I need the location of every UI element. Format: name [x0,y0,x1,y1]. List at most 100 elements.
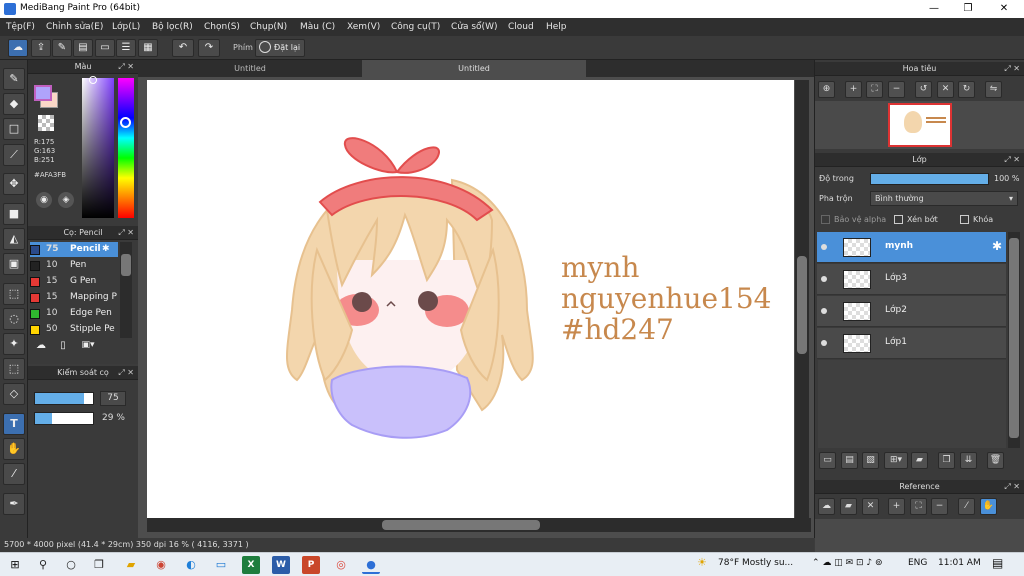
edge-icon[interactable]: ◐ [182,556,200,574]
clip-checkbox[interactable] [894,215,903,224]
new-layer-icon[interactable]: ▭ [819,452,836,469]
hue-slider[interactable] [118,78,134,218]
palette-icon[interactable]: ◉ [36,192,52,208]
share-icon[interactable]: ⇪ [31,39,51,57]
ref-hand-icon[interactable]: ✋ [980,498,997,515]
brush-size-value[interactable]: 75 [100,391,126,406]
menu-help[interactable]: Help [546,22,567,32]
notification-icon[interactable]: ▤ [992,556,1003,570]
panel-close-icon[interactable]: ⤢ ✕ [1004,153,1020,167]
undo-icon[interactable]: ↶ [172,39,194,57]
visibility-icon[interactable] [821,276,827,282]
brush-item[interactable]: 50 Stipple Pe [30,322,118,337]
layer-settings-gear-icon[interactable]: ✱ [992,239,1002,253]
layer-row-lop3[interactable]: Lớp3 [817,264,1006,295]
bucket-tool-icon[interactable]: ◭ [3,228,25,250]
new-brush-icon[interactable]: ▯ [55,340,71,356]
reference-view[interactable] [815,519,1024,552]
zoom-actual-icon[interactable]: ⛶ [866,81,883,98]
ref-zoom-in-icon[interactable]: + [888,498,905,515]
eyedropper-tool-icon[interactable]: ⁄ [3,463,25,485]
brush-item[interactable]: 10 Edge Pen [30,306,118,321]
brush-item[interactable]: 10 Pen [30,258,118,273]
brush-cloud-icon[interactable]: ☁ [33,340,49,356]
language-indicator[interactable]: ENG [908,558,927,568]
file-explorer-icon[interactable]: ▰ [122,556,140,574]
minimize-button[interactable]: — [916,0,952,18]
brush-opacity-slider[interactable] [34,412,94,425]
layer-scroll-thumb[interactable] [1009,238,1019,438]
panel-close-icon[interactable]: ⤢ ✕ [118,366,134,380]
maximize-button[interactable]: ❐ [950,0,986,18]
saturation-value-picker[interactable] [82,78,114,218]
move-tool-icon[interactable]: ✥ [3,173,25,195]
select-eraser-tool-icon[interactable]: ◇ [3,383,25,405]
folder-icon[interactable]: ▰ [911,452,928,469]
add-layer-menu-icon[interactable]: ⊞▾ [884,452,908,469]
drawing-canvas[interactable]: mynh nguyenhue154 #hd247 [147,80,794,518]
select-rect-tool-icon[interactable]: ⬚ [3,283,25,305]
excel-icon[interactable]: X [242,556,260,574]
brush-scrollbar[interactable] [120,242,132,338]
tray-icons[interactable]: ⌃ ☁ ◫ ✉ ⊡ ♪ ⊚ [812,558,883,568]
word-icon[interactable]: W [272,556,290,574]
monitor-icon[interactable]: ▭ [212,556,230,574]
sv-cursor[interactable] [89,76,97,84]
canvas-vertical-scroll-thumb[interactable] [797,256,807,354]
reset-rotate-icon[interactable]: ✕ [937,81,954,98]
start-icon[interactable]: ⊞ [6,556,24,574]
flip-icon[interactable]: ⇋ [985,81,1002,98]
powerpoint-icon[interactable]: P [302,556,320,574]
menu-filter[interactable]: Bộ lọc(R) [152,22,193,32]
layer-row-mynh[interactable]: mynh ✱ [817,232,1006,263]
close-button[interactable]: ✕ [986,0,1022,18]
fill-rect-tool-icon[interactable]: ■ [3,203,25,225]
panel-close-icon[interactable]: ⤢ ✕ [1004,62,1020,76]
rotate-left-icon[interactable]: ↺ [915,81,932,98]
navigator-preview[interactable] [815,101,1024,149]
zoom-in-icon[interactable]: + [845,81,862,98]
eraser-tool-icon[interactable]: ◆ [3,93,25,115]
layer-row-lop1[interactable]: Lớp1 [817,328,1006,359]
gear-icon[interactable]: ✱ [102,244,110,254]
duplicate-layer-icon[interactable]: ❐ [938,452,955,469]
magic-wand-tool-icon[interactable]: ✦ [3,333,25,355]
blend-mode-select[interactable]: Bình thường ▾ [870,191,1018,206]
line-tool-icon[interactable]: ⟋ [3,144,25,166]
comment-icon[interactable]: ✎ [52,39,72,57]
page-icon[interactable]: ▭ [95,39,115,57]
lock-checkbox[interactable] [960,215,969,224]
visibility-icon[interactable] [821,340,827,346]
panel-close-icon[interactable]: ⤢ ✕ [118,60,134,74]
new-halftone-layer-icon[interactable]: ▤ [841,452,858,469]
navigator-thumbnail[interactable] [888,103,952,147]
menu-cloud[interactable]: Cloud [508,22,534,32]
task-view-icon[interactable]: ❐ [90,556,108,574]
hue-cursor[interactable] [120,117,131,128]
layer-opacity-slider[interactable] [870,173,989,185]
tab-untitled-2[interactable]: Untitled [362,60,586,77]
dot-tool-icon[interactable]: □ [3,118,25,140]
text-tool-icon[interactable]: T [3,413,25,435]
pen-tool-icon[interactable]: ✒ [3,493,25,515]
brush-scroll-thumb[interactable] [121,254,131,276]
lasso-tool-icon[interactable]: ◌ [3,308,25,330]
list-icon[interactable]: ☰ [116,39,136,57]
menu-file[interactable]: Tệp(F) [6,22,35,32]
brush-size-slider[interactable] [34,392,94,405]
search-icon[interactable]: ⚲ [34,556,52,574]
menu-edit[interactable]: Chỉnh sửa(E) [46,22,103,32]
rotate-right-icon[interactable]: ↻ [958,81,975,98]
zoom-out-icon[interactable]: − [888,81,905,98]
primary-color-swatch[interactable] [34,85,52,101]
brush-item[interactable]: 15 Mapping P [30,290,118,305]
speech-icon[interactable]: ▤ [73,39,93,57]
canvas-horizontal-scroll-thumb[interactable] [382,520,540,530]
chrome-icon[interactable]: ◎ [332,556,350,574]
layer-scrollbar[interactable] [1008,232,1020,448]
menu-capture[interactable]: Chụp(N) [250,22,287,32]
visibility-icon[interactable] [821,244,827,250]
menu-select[interactable]: Chọn(S) [204,22,240,32]
menu-layer[interactable]: Lớp(L) [112,22,140,32]
reset-button[interactable]: Đặt lại [255,39,305,57]
